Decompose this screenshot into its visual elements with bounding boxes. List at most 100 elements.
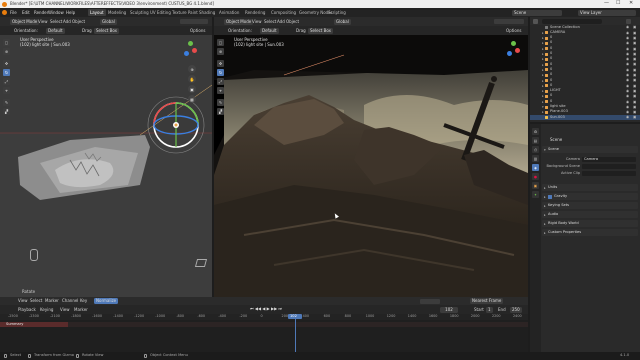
menu-edit[interactable]: Edit xyxy=(22,10,30,15)
measure-tool-icon[interactable]: ▞ xyxy=(3,108,10,115)
scene-tab-icon[interactable]: ◈ xyxy=(532,164,539,171)
scene-selector[interactable]: Scene xyxy=(512,9,562,16)
tool-tab-icon[interactable]: ⚙ xyxy=(532,128,539,135)
render-camera-icon[interactable]: ▣ xyxy=(633,36,636,40)
visibility-eye-icon[interactable]: ◉ xyxy=(626,47,629,51)
right-scale-tool-icon[interactable]: ⤢ xyxy=(217,78,224,85)
left-menu-add[interactable]: Add xyxy=(63,19,71,24)
left-nav-gizmo[interactable] xyxy=(178,39,202,61)
transport-controls[interactable]: ⏮ ◀◀ ◀ ▶ ▶▶ ⏭ xyxy=(250,307,282,311)
menu-render[interactable]: Render xyxy=(34,10,48,15)
render-camera-icon[interactable]: ▣ xyxy=(633,84,636,88)
camera-view-icon[interactable]: ▣ xyxy=(188,85,196,93)
pan-hand-icon[interactable]: ✋ xyxy=(188,75,196,83)
left-shading-buttons[interactable] xyxy=(180,19,208,24)
outliner-row[interactable]: Sun.003 ◉ ▣ xyxy=(530,115,640,121)
workspace-tab-modeling[interactable]: Modeling xyxy=(106,9,128,16)
start-frame-field[interactable]: 1 xyxy=(486,306,493,313)
annotate-tool-icon[interactable]: ✎ xyxy=(3,99,10,106)
move-tool-icon[interactable]: ✥ xyxy=(3,60,10,67)
blender-menu-icon[interactable] xyxy=(2,10,7,15)
visibility-eye-icon[interactable]: ◉ xyxy=(626,57,629,61)
workspace-tab-texture-paint[interactable]: Texture Paint xyxy=(170,9,200,16)
object-tab-icon[interactable]: ▣ xyxy=(532,182,539,189)
outliner-display-icon[interactable] xyxy=(533,18,538,24)
playback-menu[interactable]: Playback xyxy=(18,307,36,312)
keying-sets-panel[interactable]: ▸ Keying Sets xyxy=(542,202,638,209)
visibility-eye-icon[interactable]: ◉ xyxy=(626,78,629,82)
right-measure-tool-icon[interactable]: ▞ xyxy=(217,108,224,115)
expand-arrow-icon[interactable]: ▸ xyxy=(542,57,544,61)
visibility-eye-icon[interactable]: ◉ xyxy=(626,52,629,56)
left-menu-object[interactable]: Object xyxy=(72,19,85,24)
right-transform-tool-icon[interactable]: ⌖ xyxy=(217,87,224,94)
right-transform-orientation[interactable]: Global xyxy=(334,18,351,25)
render-camera-icon[interactable]: ▣ xyxy=(633,52,636,56)
visibility-eye-icon[interactable]: ◉ xyxy=(626,68,629,72)
right-move-tool-icon[interactable]: ✥ xyxy=(217,60,224,67)
cursor-tool-icon[interactable]: ⊕ xyxy=(3,48,10,55)
left-menu-view[interactable]: View xyxy=(38,19,48,24)
rotate-tool-icon[interactable]: ↻ xyxy=(3,69,10,76)
playhead-controls[interactable] xyxy=(420,298,440,304)
left-options-button[interactable]: Options xyxy=(190,28,205,33)
render-camera-icon[interactable]: ▣ xyxy=(633,73,636,77)
render-camera-icon[interactable]: ▣ xyxy=(633,110,636,114)
right-annotate-tool-icon[interactable]: ✎ xyxy=(217,99,224,106)
audio-panel[interactable]: ▸ Audio xyxy=(542,211,638,218)
render-camera-icon[interactable]: ▣ xyxy=(633,57,636,61)
visibility-eye-icon[interactable]: ◉ xyxy=(626,73,629,77)
marker-menu[interactable]: Marker xyxy=(74,307,88,312)
visibility-eye-icon[interactable]: ◉ xyxy=(626,105,629,109)
outliner-search-field[interactable] xyxy=(542,18,602,24)
render-camera-icon[interactable]: ▣ xyxy=(633,94,636,98)
right-menu-select[interactable]: Select xyxy=(264,19,276,24)
render-camera-icon[interactable]: ▣ xyxy=(633,41,636,45)
expand-arrow-icon[interactable]: ▾ xyxy=(542,105,544,109)
transform-tool-icon[interactable]: ⌖ xyxy=(3,87,10,94)
right-drag-dropdown[interactable]: Select Box xyxy=(308,27,334,34)
visibility-eye-icon[interactable]: ◉ xyxy=(626,41,629,45)
view-layer-selector[interactable]: View Layer xyxy=(578,9,636,16)
expand-arrow-icon[interactable]: ▸ xyxy=(542,63,544,67)
right-3d-viewport[interactable]: User Perspective (102) light site | Sun.… xyxy=(214,35,528,297)
expand-arrow-icon[interactable]: ▸ xyxy=(542,110,544,114)
menu-help[interactable]: Help xyxy=(66,10,75,15)
right-menu-view[interactable]: View xyxy=(252,19,262,24)
left-drag-dropdown[interactable]: Select Box xyxy=(94,27,120,34)
expand-arrow-icon[interactable]: ▸ xyxy=(542,84,544,88)
interpolation-dropdown[interactable]: Nearest Frame xyxy=(470,298,504,304)
visibility-eye-icon[interactable]: ◉ xyxy=(626,25,629,29)
right-nav-gizmo[interactable] xyxy=(502,39,524,61)
workspace-tab-animation[interactable]: Animation xyxy=(217,9,241,16)
rotate-operator-panel[interactable]: Rotate xyxy=(22,290,35,294)
output-tab-icon[interactable]: ⎙ xyxy=(532,146,539,153)
minimize-button[interactable]: — xyxy=(604,1,609,6)
keying-menu[interactable]: Keying xyxy=(40,307,53,312)
playhead-marker[interactable]: 102 xyxy=(288,314,302,319)
right-orientation-dropdown[interactable]: Default xyxy=(260,27,279,34)
expand-arrow-icon[interactable]: ▸ xyxy=(542,89,544,93)
visibility-eye-icon[interactable]: ◉ xyxy=(626,110,629,114)
dopesheet-menu-select[interactable]: Select xyxy=(30,299,42,303)
render-camera-icon[interactable]: ▣ xyxy=(633,31,636,35)
render-tab-icon[interactable]: ▤ xyxy=(532,137,539,144)
render-camera-icon[interactable]: ▣ xyxy=(633,115,636,119)
right-options-button[interactable]: Options xyxy=(506,28,521,33)
visibility-eye-icon[interactable]: ◉ xyxy=(626,94,629,98)
timeline-body[interactable]: Summary xyxy=(0,314,528,352)
render-camera-icon[interactable]: ▣ xyxy=(633,25,636,29)
right-cursor-tool-icon[interactable]: ⊕ xyxy=(217,48,224,55)
scale-tool-icon[interactable]: ⤢ xyxy=(3,78,10,85)
visibility-eye-icon[interactable]: ◉ xyxy=(626,100,629,104)
gravity-checkbox[interactable] xyxy=(548,194,552,199)
render-camera-icon[interactable]: ▣ xyxy=(633,62,636,66)
gravity-panel[interactable]: ▸ Gravity xyxy=(542,193,638,200)
expand-arrow-icon[interactable]: ▸ xyxy=(542,73,544,77)
dopesheet-menu-key[interactable]: Key xyxy=(80,299,87,303)
maximize-button[interactable]: ☐ xyxy=(616,1,620,6)
filter-icon[interactable] xyxy=(626,18,631,24)
visibility-eye-icon[interactable]: ◉ xyxy=(626,89,629,93)
render-camera-icon[interactable]: ▣ xyxy=(633,47,636,51)
workspace-tab-scripting[interactable]: Scripting xyxy=(326,9,348,16)
